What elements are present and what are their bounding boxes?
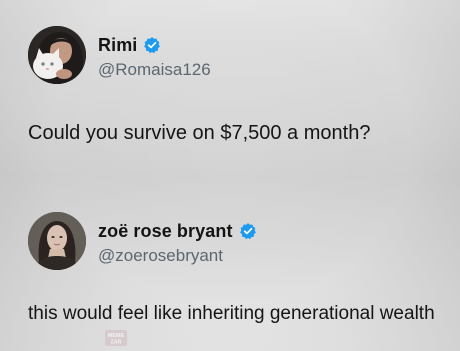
svg-text:ZAR: ZAR: [110, 340, 121, 346]
display-name[interactable]: zoë rose bryant: [98, 221, 233, 242]
handle[interactable]: @zoerosebryant: [98, 246, 223, 266]
name-row: Rimi: [98, 34, 161, 56]
handle[interactable]: @Romaisa126: [98, 60, 211, 80]
avatar[interactable]: [28, 212, 86, 270]
tweet-text: this would feel like inheriting generati…: [28, 303, 435, 324]
display-name[interactable]: Rimi: [98, 35, 137, 56]
verified-badge-icon: [239, 223, 256, 240]
avatar-photo: [28, 212, 86, 270]
avatar[interactable]: [28, 26, 86, 84]
avatar-photo: [28, 26, 86, 84]
tweet-text: Could you survive on $7,500 a month?: [28, 122, 371, 144]
svg-text:MEME: MEME: [108, 333, 125, 339]
name-row: zoë rose bryant: [98, 220, 257, 242]
verified-badge-icon: [144, 37, 161, 54]
meme-zar-logo-icon: MEME ZAR: [105, 330, 127, 346]
